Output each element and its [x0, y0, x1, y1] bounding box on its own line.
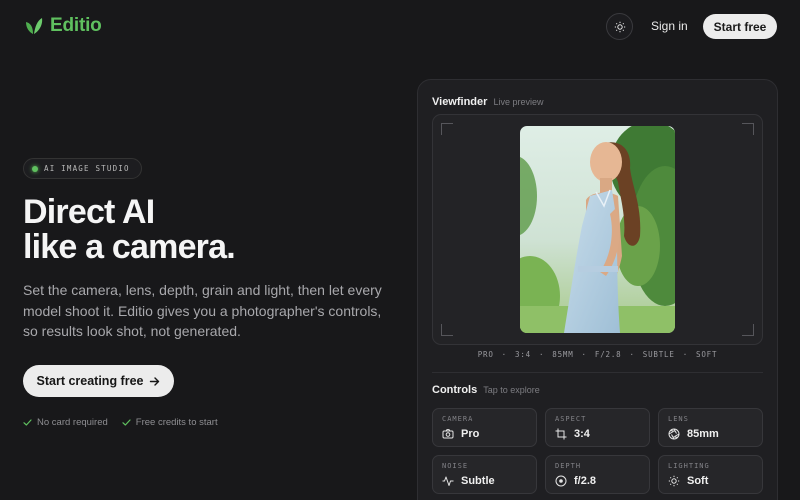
sun-icon	[614, 21, 625, 32]
brand-name: Editio	[50, 15, 102, 36]
frame-corner	[742, 123, 754, 135]
control-label: ASPECT	[555, 415, 587, 423]
hero-subcopy: Set the camera, lens, depth, grain and l…	[23, 282, 382, 339]
readout-separator: ·	[629, 350, 635, 359]
frame-corner	[441, 324, 453, 336]
viewfinder-card: Viewfinder Live preview PRO · 3:4 · 85MM…	[417, 79, 778, 500]
controls-header: Controls Tap to explore	[432, 384, 540, 396]
focus-circle-icon	[555, 475, 567, 487]
status-dot	[32, 165, 38, 172]
control-value: Pro	[461, 428, 480, 440]
control-label: LENS	[668, 415, 689, 423]
arrow-right-icon	[150, 376, 160, 386]
camera-icon	[442, 429, 454, 439]
readout-lighting: SOFT	[696, 350, 718, 359]
sun-icon	[668, 475, 680, 487]
viewfinder-frame	[432, 114, 763, 345]
controls-title: Controls	[432, 384, 478, 396]
note-free-credits: Free credits to start	[122, 417, 218, 428]
readout-separator: ·	[501, 350, 507, 359]
control-value: Soft	[687, 475, 709, 487]
control-noise[interactable]: NOISE Subtle	[432, 455, 537, 494]
brand-logo[interactable]: Editio	[24, 14, 102, 38]
viewfinder-title: Viewfinder	[432, 96, 488, 108]
control-aspect[interactable]: ASPECT 3:4	[545, 408, 650, 447]
hero-headline: Direct AI like a camera.	[23, 193, 236, 266]
note-label: No card required	[37, 417, 108, 428]
readout-aspect: 3:4	[515, 350, 531, 359]
theme-toggle-button[interactable]	[606, 13, 633, 40]
cta-label: Start creating free	[36, 374, 144, 388]
waveform-icon	[442, 476, 454, 486]
headline-line-2: like a camera.	[23, 228, 236, 266]
control-label: NOISE	[442, 462, 469, 470]
viewfinder-header: Viewfinder Live preview	[432, 96, 543, 108]
control-value: Subtle	[461, 475, 495, 487]
sign-in-link[interactable]: Sign in	[651, 19, 688, 33]
leaf-logo-icon	[26, 18, 43, 34]
readout-separator: ·	[538, 350, 545, 359]
preview-photo	[520, 126, 675, 333]
readout-separator: ·	[682, 350, 689, 359]
frame-corner	[742, 324, 754, 336]
frame-corner	[441, 123, 453, 135]
start-creating-button[interactable]: Start creating free	[23, 365, 174, 397]
control-lighting[interactable]: LIGHTING Soft	[658, 455, 763, 494]
viewfinder-subtitle: Live preview	[493, 97, 544, 107]
headline-line-1: Direct AI	[23, 193, 155, 231]
readout-noise: SUBTLE	[642, 350, 675, 359]
controls-grid: CAMERA Pro ASPECT 3:4 LENS 85mm NOISE Su…	[432, 408, 763, 494]
note-label: Free credits to start	[135, 417, 218, 428]
control-value: 85mm	[687, 428, 719, 440]
settings-readout: PRO · 3:4 · 85MM · F/2.8 · SUBTLE · SOFT	[432, 350, 763, 359]
crop-icon	[555, 428, 567, 440]
start-free-button[interactable]: Start free	[703, 14, 777, 39]
control-camera[interactable]: CAMERA Pro	[432, 408, 537, 447]
check-icon	[23, 419, 32, 426]
section-divider	[432, 372, 763, 373]
readout-depth: F/2.8	[594, 350, 622, 359]
aperture-icon	[668, 428, 680, 440]
control-label: LIGHTING	[668, 462, 710, 470]
control-lens[interactable]: LENS 85mm	[658, 408, 763, 447]
control-depth[interactable]: DEPTH f/2.8	[545, 455, 650, 494]
control-value: f/2.8	[574, 475, 597, 487]
hero-badge: AI IMAGE STUDIO	[23, 158, 142, 179]
check-icon	[122, 419, 131, 426]
note-no-card: No card required	[23, 417, 108, 428]
hero-notes: No card required Free credits to start	[23, 417, 218, 428]
control-value: 3:4	[574, 428, 590, 440]
badge-label: AI IMAGE STUDIO	[44, 164, 130, 173]
control-label: DEPTH	[555, 462, 582, 470]
readout-lens: 85MM	[552, 350, 574, 359]
readout-camera: PRO	[477, 350, 494, 359]
controls-subtitle: Tap to explore	[483, 385, 540, 395]
readout-separator: ·	[581, 350, 587, 359]
control-label: CAMERA	[442, 415, 474, 423]
